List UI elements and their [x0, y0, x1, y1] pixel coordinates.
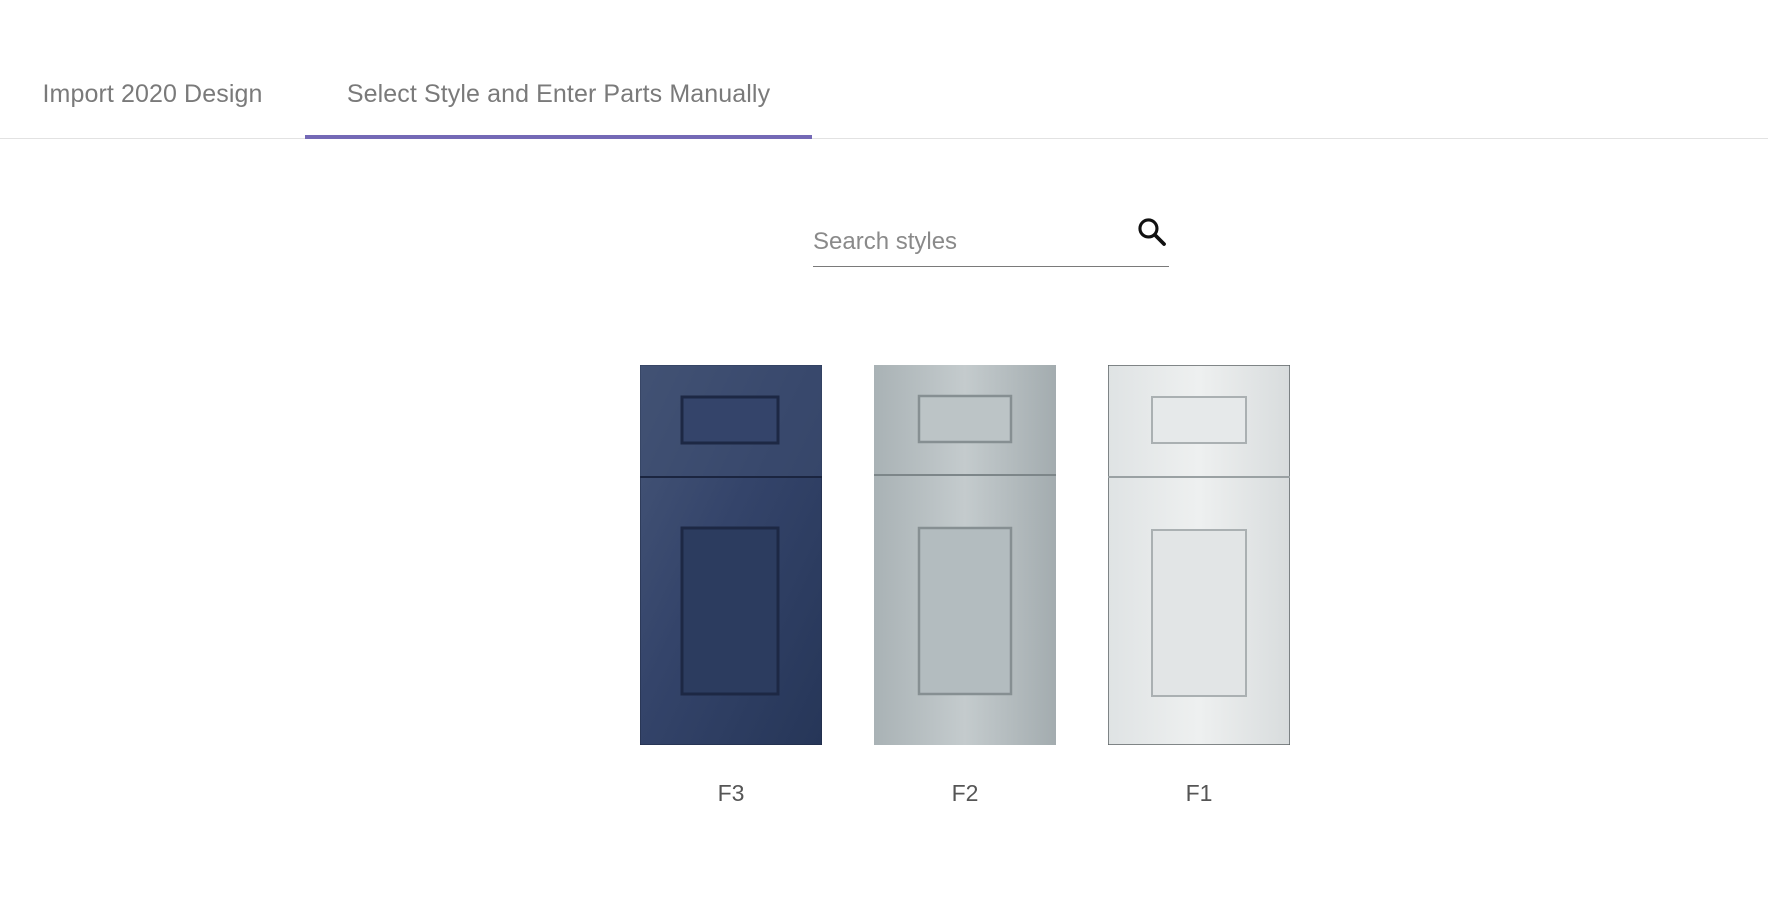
active-tab-indicator — [305, 135, 812, 139]
style-card-f3[interactable]: F3 — [640, 365, 822, 806]
style-grid: F3 F2 F1 — [640, 365, 1290, 825]
door-image-f1 — [1108, 365, 1290, 745]
style-name: F3 — [717, 780, 745, 806]
search-input[interactable] — [813, 223, 1113, 261]
style-card-f1[interactable]: F1 — [1108, 365, 1290, 806]
tab-import-2020-design[interactable]: Import 2020 Design — [0, 60, 305, 139]
app-root: Import 2020 Design Select Style and Ente… — [0, 0, 1768, 922]
door-image-f3 — [640, 365, 822, 745]
style-name: F2 — [951, 780, 979, 806]
tab-label: Import 2020 Design — [42, 80, 263, 108]
tab-select-style-manual[interactable]: Select Style and Enter Parts Manually — [305, 60, 812, 139]
search-icon[interactable] — [1135, 215, 1169, 249]
tab-label: Select Style and Enter Parts Manually — [346, 80, 771, 108]
search-field — [813, 205, 1169, 267]
style-card-f2[interactable]: F2 — [874, 365, 1056, 806]
style-name: F1 — [1185, 780, 1213, 806]
door-image-f2 — [874, 365, 1056, 745]
tab-bar: Import 2020 Design Select Style and Ente… — [0, 0, 1768, 139]
